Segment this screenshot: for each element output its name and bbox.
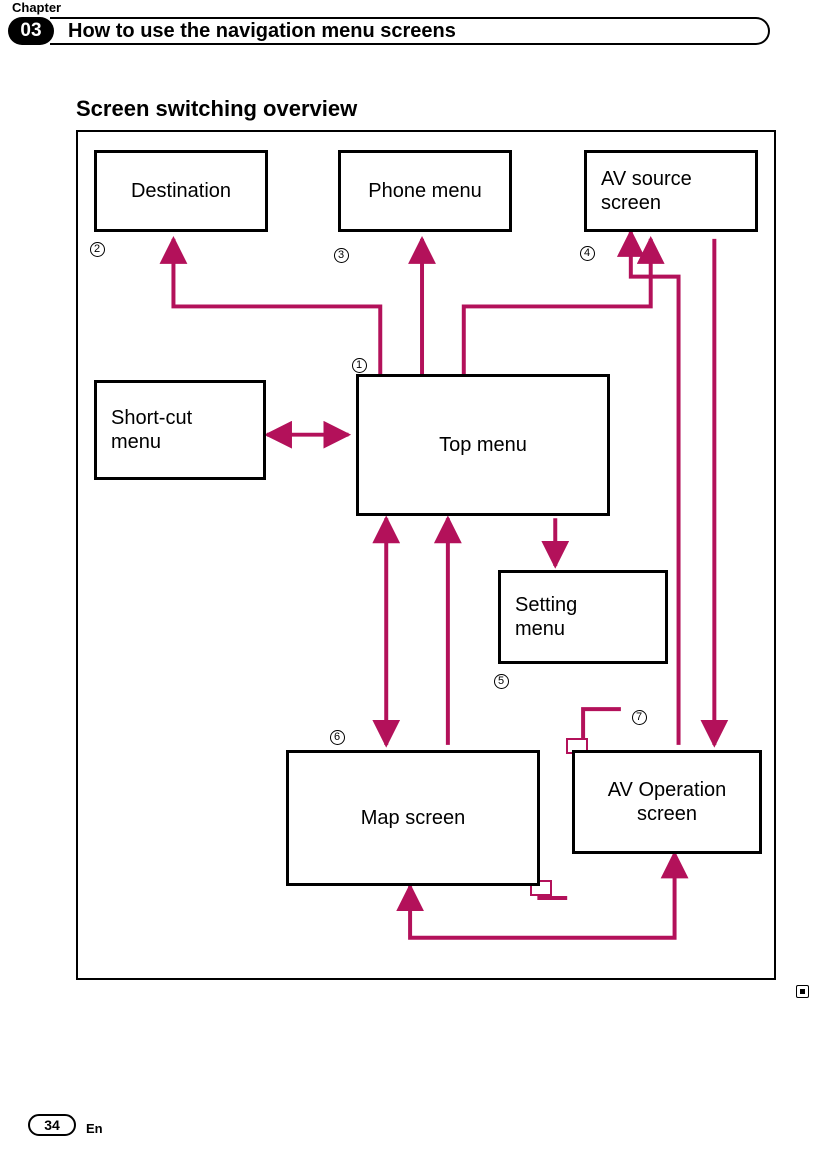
page-title: How to use the navigation menu screens <box>50 17 770 45</box>
callout-7: 7 <box>630 708 648 726</box>
box-phone-menu-label: Phone menu <box>368 179 481 203</box>
box-phone-menu: Phone menu <box>338 150 512 232</box>
box-destination-label: Destination <box>131 179 231 203</box>
box-av-operation: AV Operation screen <box>572 750 762 854</box>
box-top-menu: Top menu <box>356 374 610 516</box>
callout-6: 6 <box>328 728 346 746</box>
chapter-label: Chapter <box>12 0 61 15</box>
end-of-section-icon <box>796 985 809 998</box>
chapter-number-badge: 03 <box>8 17 54 45</box>
box-map-screen-label: Map screen <box>361 806 466 830</box>
callout-3: 3 <box>332 246 350 264</box>
diagram-frame: Destination Phone menu AV source screen … <box>76 130 776 980</box>
box-top-menu-label: Top menu <box>439 433 527 457</box>
box-shortcut-label: Short-cut menu <box>111 406 192 454</box>
callout-5: 5 <box>492 672 510 690</box>
box-shortcut: Short-cut menu <box>94 380 266 480</box>
page-number-badge: 34 <box>28 1114 76 1136</box>
box-map-screen: Map screen <box>286 750 540 886</box>
box-av-source: AV source screen <box>584 150 758 232</box>
callout-1: 1 <box>350 356 368 374</box>
section-heading: Screen switching overview <box>76 96 357 122</box>
callout-2: 2 <box>88 240 106 258</box>
box-av-operation-label: AV Operation screen <box>608 778 727 826</box>
language-label: En <box>86 1121 103 1136</box>
box-setting-menu-label: Setting menu <box>515 593 577 641</box>
box-av-source-label: AV source screen <box>601 167 692 215</box>
box-destination: Destination <box>94 150 268 232</box>
page: Chapter 03 How to use the navigation men… <box>0 0 815 1166</box>
box-setting-menu: Setting menu <box>498 570 668 664</box>
callout-4: 4 <box>578 244 596 262</box>
